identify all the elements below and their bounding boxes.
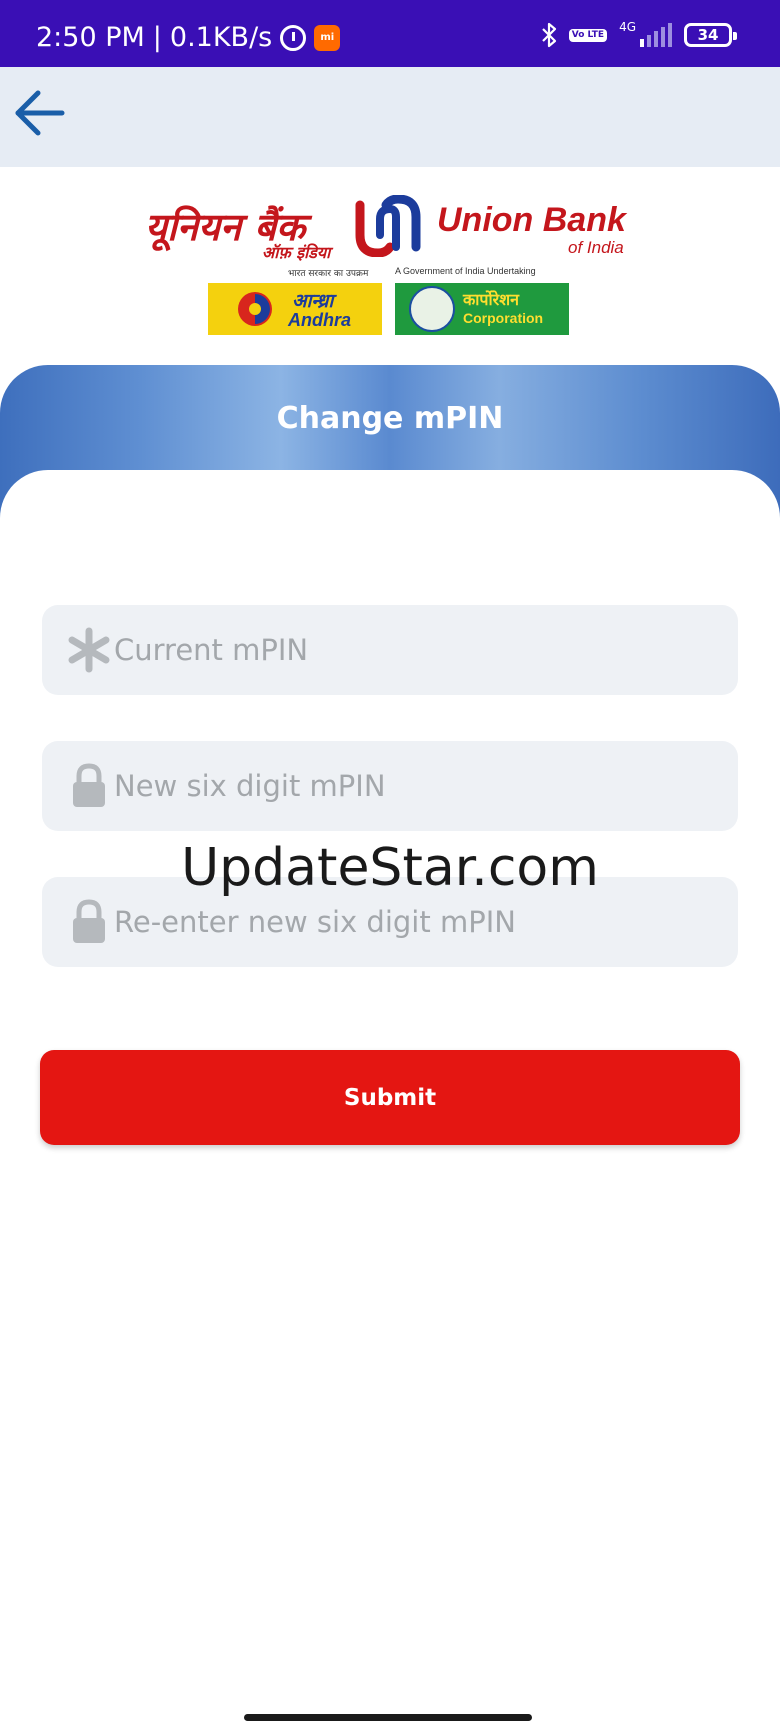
home-indicator[interactable]	[244, 1714, 532, 1721]
lock-icon	[73, 763, 105, 807]
corporation-name-hindi: कार्पोरेशन	[463, 290, 519, 309]
andhra-logo-icon	[238, 292, 272, 326]
tagline-english: A Government of India Undertaking	[395, 266, 536, 276]
current-mpin-field[interactable]	[42, 605, 738, 695]
union-bank-logo-icon	[355, 195, 421, 257]
andhra-name-english: Andhra	[288, 310, 351, 330]
lock-icon	[73, 899, 105, 943]
tagline-hindi: भारत सरकार का उपक्रम	[288, 269, 369, 279]
page-title: Change mPIN	[276, 401, 504, 436]
bluetooth-icon	[541, 22, 556, 48]
volte-icon: Vo LTE	[568, 28, 608, 42]
bank-subname-hindi: ऑफ़ इंडिया	[262, 243, 331, 262]
new-mpin-field[interactable]	[42, 741, 738, 831]
submit-button[interactable]: Submit	[40, 1050, 740, 1145]
bank-name-english: Union Bank	[437, 201, 626, 239]
signal-strength-icon	[640, 23, 672, 47]
mi-app-icon: mi	[314, 24, 341, 51]
status-separator: |	[152, 22, 162, 53]
network-type: 4G	[619, 20, 636, 34]
bank-logo-banner: यूनियन बैंक ऑफ़ इंडिया Union Bank of Ind…	[0, 167, 780, 365]
status-time: 2:50 PM	[36, 22, 145, 53]
asterisk-icon	[68, 627, 110, 673]
status-bar: 2:50 PM | 0.1KB/s mi Vo LTE 4G 34	[0, 0, 780, 67]
arrow-left-icon	[15, 90, 65, 136]
current-mpin-input[interactable]	[114, 605, 714, 695]
watermark-text: UpdateStar.com	[181, 838, 599, 898]
battery-icon: 34	[684, 23, 737, 47]
corporation-emblem-icon	[409, 286, 455, 332]
new-mpin-input[interactable]	[114, 741, 714, 831]
back-button[interactable]	[12, 85, 68, 141]
corporation-bank-logo: कार्पोरेशन Corporation	[395, 283, 569, 335]
corporation-name-english: Corporation	[463, 310, 544, 326]
top-nav-bar	[0, 67, 780, 167]
status-left: 2:50 PM | 0.1KB/s mi	[36, 22, 341, 53]
status-speed: 0.1KB/s	[169, 22, 273, 53]
andhra-bank-logo: आन्ध्रा Andhra	[208, 283, 382, 335]
battery-level: 34	[697, 26, 719, 44]
bank-subname-english: of India	[568, 238, 624, 257]
alarm-clock-icon	[280, 24, 307, 51]
status-right: Vo LTE 4G 34	[541, 20, 737, 48]
